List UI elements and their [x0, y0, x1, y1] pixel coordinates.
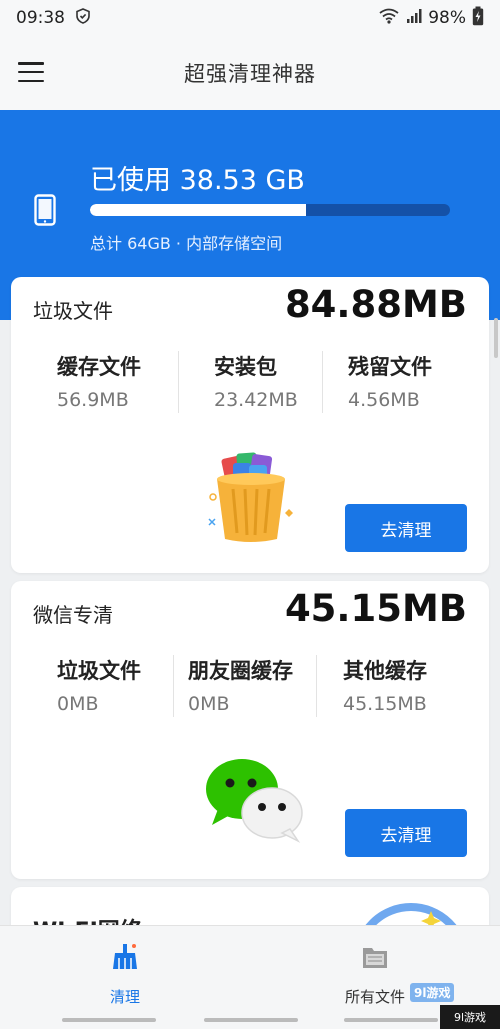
watermark-badge: 9l游戏 — [410, 983, 455, 1002]
storage-progress-bar — [90, 204, 450, 216]
stat-label: 安装包 — [214, 355, 277, 379]
stat-label: 朋友圈缓存 — [188, 659, 293, 683]
broom-icon — [110, 942, 140, 976]
stat-divider — [316, 655, 317, 717]
stat-label: 残留文件 — [348, 355, 432, 379]
folder-icon — [360, 942, 390, 976]
status-bar: 09:38 98% — [0, 0, 500, 36]
storage-total-label: 总计 64GB · 内部存储空间 — [90, 234, 283, 253]
shield-icon — [75, 7, 91, 29]
junk-clean-button[interactable]: 去清理 — [345, 504, 467, 552]
nav-label: 清理 — [109, 988, 140, 1006]
watermark-corner: 9l游戏 — [440, 1005, 500, 1029]
battery-text: 98% — [428, 8, 466, 28]
stat-value: 23.42MB — [214, 389, 298, 411]
stat-value: 0MB — [188, 693, 230, 715]
stat-divider — [322, 351, 323, 413]
stat-value: 0MB — [57, 693, 99, 715]
stat-install-packages: 安装包 23.42MB — [214, 351, 298, 413]
junk-stats: 缓存文件 56.9MB 安装包 23.42MB 残留文件 4.56MB — [11, 351, 489, 413]
stat-label: 缓存文件 — [57, 355, 141, 379]
stat-cache-files: 缓存文件 56.9MB — [57, 351, 141, 413]
status-time: 09:38 — [16, 8, 65, 28]
battery-charging-icon — [472, 6, 484, 31]
stat-value: 56.9MB — [57, 389, 129, 411]
wechat-clean-card[interactable]: 微信专清 45.15MB 垃圾文件 0MB 朋友圈缓存 0MB 其他缓存 45.… — [11, 581, 489, 879]
wechat-icon — [204, 757, 304, 849]
stat-residual-files: 残留文件 4.56MB — [348, 351, 432, 413]
trash-bin-icon — [201, 449, 301, 553]
stat-value: 45.15MB — [343, 693, 427, 715]
system-nav-indicators — [0, 1018, 500, 1024]
junk-files-card[interactable]: 垃圾文件 84.88MB 缓存文件 56.9MB 安装包 23.42MB 残留文… — [11, 277, 489, 573]
junk-card-title: 垃圾文件 — [33, 299, 113, 323]
storage-progress-fill — [90, 204, 306, 216]
stat-divider — [173, 655, 174, 717]
stat-divider — [178, 351, 179, 413]
storage-used-label: 已使用 38.53 GB — [90, 165, 305, 196]
wechat-clean-button[interactable]: 去清理 — [345, 809, 467, 857]
stat-label: 垃圾文件 — [57, 659, 141, 683]
wechat-card-title: 微信专清 — [33, 603, 113, 627]
stat-value: 4.56MB — [348, 389, 420, 411]
junk-card-total: 84.88MB — [284, 283, 467, 326]
nav-label: 所有文件 — [344, 988, 405, 1006]
stat-other-cache: 其他缓存 45.15MB — [343, 655, 427, 717]
stat-moments-cache: 朋友圈缓存 0MB — [188, 655, 293, 717]
nav-item-clean[interactable]: 清理 — [65, 942, 185, 1006]
wechat-card-total: 45.15MB — [284, 587, 467, 630]
phone-icon — [34, 194, 56, 230]
stat-junk-files: 垃圾文件 0MB — [57, 655, 141, 717]
wechat-stats: 垃圾文件 0MB 朋友圈缓存 0MB 其他缓存 45.15MB — [11, 655, 489, 717]
wifi-icon — [378, 8, 400, 29]
app-header: 超强清理神器 — [0, 36, 500, 110]
stat-label: 其他缓存 — [343, 659, 427, 683]
bottom-navigation: 清理 所有文件 — [0, 925, 500, 1029]
signal-icon — [406, 8, 422, 29]
scrollbar-thumb[interactable] — [494, 318, 498, 358]
page-title: 超强清理神器 — [184, 62, 316, 86]
menu-icon[interactable] — [18, 62, 44, 82]
